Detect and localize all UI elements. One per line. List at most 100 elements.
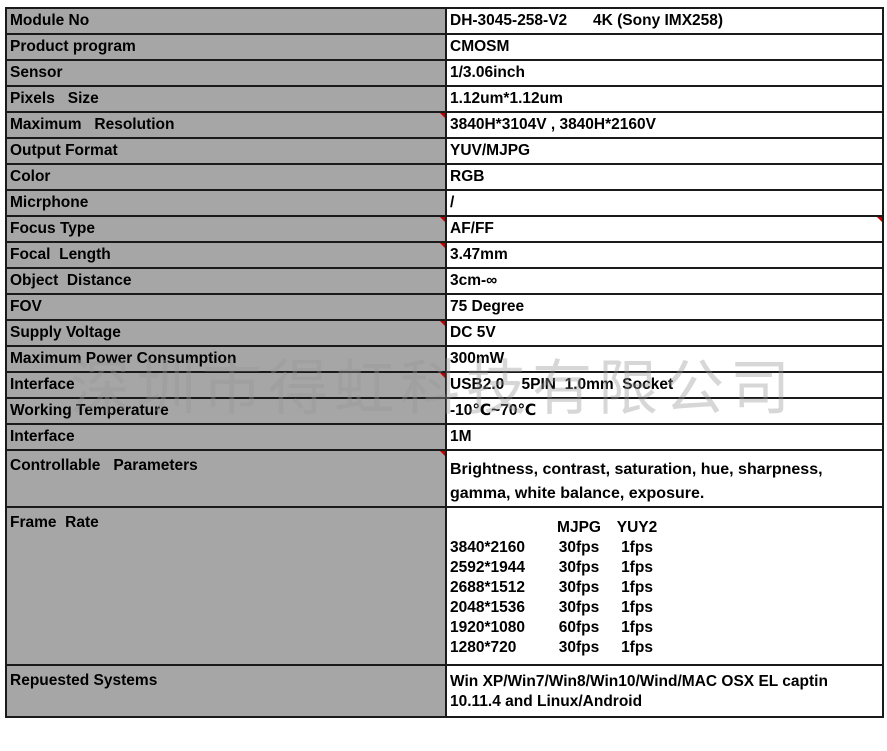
spec-value: 3840H*3104V , 3840H*2160V bbox=[450, 116, 656, 133]
spec-value: DC 5V bbox=[450, 324, 496, 341]
spec-key-cell: Micrphone bbox=[5, 189, 447, 217]
spec-key-cell: Pixels Size bbox=[5, 85, 447, 113]
spec-key-cell: Color bbox=[5, 163, 447, 191]
frame-rate-resolution: 1920*1080 bbox=[450, 619, 525, 636]
controllable-key: Controllable Parameters bbox=[10, 457, 198, 474]
spec-value-cell: DH-3045-258-V2 4K (Sony IMX258) bbox=[445, 7, 884, 35]
controllable-value: Brightness, contrast, saturation, hue, s… bbox=[450, 452, 879, 505]
frame-rate-row: 1920*1080 60fps 1fps bbox=[450, 618, 879, 638]
spec-key: Maximum Resolution bbox=[10, 116, 175, 133]
spec-value-cell: / bbox=[445, 189, 884, 217]
spec-row: FOV 75 Degree bbox=[5, 293, 884, 321]
spec-value: DH-3045-258-V2 4K (Sony IMX258) bbox=[450, 12, 724, 29]
spec-key: Focus Type bbox=[10, 220, 95, 237]
spec-row-controllable: Controllable Parameters Brightness, cont… bbox=[5, 449, 884, 508]
frame-rate-yuy2: 1fps bbox=[621, 539, 653, 556]
spec-row: Sensor 1/3.06inch bbox=[5, 59, 884, 87]
spec-value: 1M bbox=[450, 428, 472, 445]
spec-key: Output Format bbox=[10, 142, 118, 159]
spec-row: Micrphone / bbox=[5, 189, 884, 217]
spec-key-cell: Working Temperature bbox=[5, 397, 447, 425]
comment-marker bbox=[440, 452, 444, 456]
frame-rate-yuy2: 1fps bbox=[621, 559, 653, 576]
frame-rate-mjpg: 30fps bbox=[558, 559, 600, 576]
spec-key: Object Distance bbox=[10, 272, 132, 289]
spec-value: 1/3.06inch bbox=[450, 64, 525, 81]
controllable-line-2: gamma, white balance, exposure. bbox=[450, 484, 705, 502]
frame-rate-mjpg: 30fps bbox=[558, 599, 600, 616]
frame-rate-resolution: 2688*1512 bbox=[450, 579, 525, 596]
frame-rate-header-mjpg: MJPG bbox=[557, 519, 601, 536]
spec-key-cell: Frame Rate bbox=[5, 506, 447, 666]
spec-key-cell: Product program bbox=[5, 33, 447, 61]
spec-row: Interface USB2.0 5PIN 1.0mm Socket bbox=[5, 371, 884, 399]
requested-value: Win XP/Win7/Win8/Win10/Wind/MAC OSX EL c… bbox=[450, 667, 879, 715]
spec-value: 300mW bbox=[450, 350, 505, 367]
spec-key: Micrphone bbox=[10, 194, 89, 211]
frame-rate-row: 2048*1536 30fps 1fps bbox=[450, 598, 879, 618]
frame-rate-row: 2688*1512 30fps 1fps bbox=[450, 578, 879, 598]
frame-rate-row: 1280*720 30fps 1fps bbox=[450, 638, 879, 658]
frame-rate-resolution: 2592*1944 bbox=[450, 559, 525, 576]
spec-value-cell: 3840H*3104V , 3840H*2160V bbox=[445, 111, 884, 139]
frame-rate-header-yuy2: YUY2 bbox=[616, 519, 658, 536]
spec-value-cell: -10℃~70℃ bbox=[445, 397, 884, 425]
spec-key: Module No bbox=[10, 12, 90, 29]
spec-row: Color RGB bbox=[5, 163, 884, 191]
spec-key-cell: Maximum Power Consumption bbox=[5, 345, 447, 373]
frame-rate-resolution: 1280*720 bbox=[450, 639, 517, 656]
spec-value-cell: RGB bbox=[445, 163, 884, 191]
spec-value-cell: Win XP/Win7/Win8/Win10/Wind/MAC OSX EL c… bbox=[445, 664, 884, 718]
spec-row: Output Format YUV/MJPG bbox=[5, 137, 884, 165]
frame-rate-resolution: 3840*2160 bbox=[450, 539, 525, 556]
spec-value: / bbox=[450, 194, 455, 211]
spec-table-extra: Controllable Parameters Brightness, cont… bbox=[5, 449, 884, 718]
spec-row: Supply Voltage DC 5V bbox=[5, 319, 884, 347]
comment-marker bbox=[440, 322, 444, 326]
spec-value-cell: YUV/MJPG bbox=[445, 137, 884, 165]
frame-rate-row: 2592*1944 30fps 1fps bbox=[450, 558, 879, 578]
spec-row: Maximum Resolution 3840H*3104V , 3840H*21… bbox=[5, 111, 884, 139]
frame-rate-header: MJPG YUY2 bbox=[450, 518, 879, 538]
spec-key-cell: Controllable Parameters bbox=[5, 449, 447, 508]
spec-value: -10℃~70℃ bbox=[450, 402, 537, 419]
spec-key-cell: Sensor bbox=[5, 59, 447, 87]
spec-value-cell: 75 Degree bbox=[445, 293, 884, 321]
frame-rate-yuy2: 1fps bbox=[621, 619, 653, 636]
spec-key-cell: Supply Voltage bbox=[5, 319, 447, 347]
spec-value-cell: 3cm-∞ bbox=[445, 267, 884, 295]
spec-value-cell: MJPG YUY2 3840*2160 30fps 1fps 2592*1944 30f… bbox=[445, 506, 884, 666]
spec-row: Pixels Size 1.12um*1.12um bbox=[5, 85, 884, 113]
spec-value-cell: 1M bbox=[445, 423, 884, 451]
frame-rate-mjpg: 30fps bbox=[558, 539, 600, 556]
spec-row-frame-rate: Frame Rate MJPG YUY2 3840*2160 30fps 1fps 2… bbox=[5, 506, 884, 666]
requested-line-1: Win XP/Win7/Win8/Win10/Wind/MAC OSX EL c… bbox=[450, 673, 828, 690]
comment-marker bbox=[440, 218, 444, 222]
frame-rate-mjpg: 30fps bbox=[558, 639, 600, 656]
frame-rate-row: 3840*2160 30fps 1fps bbox=[450, 538, 879, 558]
spec-value-cell: CMOSM bbox=[445, 33, 884, 61]
spec-key: Color bbox=[10, 168, 51, 185]
spec-key: Working Temperature bbox=[10, 402, 169, 419]
spec-value: 3cm-∞ bbox=[450, 272, 498, 289]
spec-table-body: Module No DH-3045-258-V2 4K (Sony IMX258)… bbox=[5, 7, 884, 451]
comment-marker bbox=[440, 114, 444, 118]
comment-marker bbox=[440, 244, 444, 248]
spec-key: Interface bbox=[10, 376, 75, 393]
spec-row-requested-systems: Repuested Systems Win XP/Win7/Win8/Win10… bbox=[5, 664, 884, 718]
spec-value: AF/FF bbox=[450, 220, 494, 237]
spec-key-cell: Repuested Systems bbox=[5, 664, 447, 718]
spec-row: Module No DH-3045-258-V2 4K (Sony IMX258) bbox=[5, 7, 884, 35]
spec-key: Interface bbox=[10, 428, 75, 445]
spec-value-cell: USB2.0 5PIN 1.0mm Socket bbox=[445, 371, 884, 399]
frame-rate-yuy2: 1fps bbox=[621, 639, 653, 656]
spec-key-cell: Focal Length bbox=[5, 241, 447, 269]
spec-row: Object Distance 3cm-∞ bbox=[5, 267, 884, 295]
spec-value: USB2.0 5PIN 1.0mm Socket bbox=[450, 376, 674, 393]
spec-row: Product program CMOSM bbox=[5, 33, 884, 61]
spec-value: RGB bbox=[450, 168, 485, 185]
frame-rate-resolution: 2048*1536 bbox=[450, 599, 525, 616]
spec-value-cell: 300mW bbox=[445, 345, 884, 373]
spec-key: Focal Length bbox=[10, 246, 111, 263]
spec-value: 1.12um*1.12um bbox=[450, 90, 563, 107]
